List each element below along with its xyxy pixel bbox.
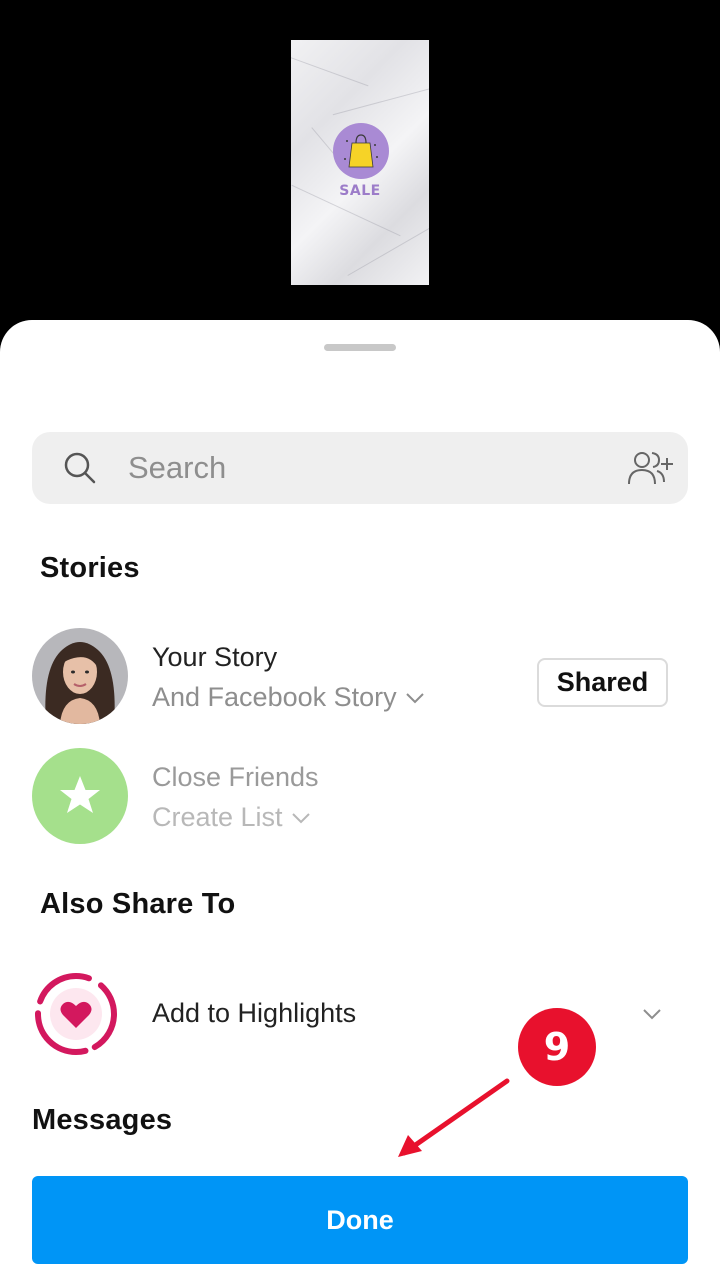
share-sheet: Stories Your Story And Facebook Story [0, 320, 720, 1280]
drag-handle[interactable] [324, 344, 396, 351]
add-people-icon[interactable] [626, 448, 676, 488]
screen: SALE Stories [0, 0, 720, 1280]
section-title-also-share-to: Also Share To [40, 888, 236, 920]
add-to-highlights-row[interactable]: Add to Highlights [0, 966, 720, 1062]
chevron-down-icon[interactable] [642, 1008, 662, 1020]
star-icon [32, 748, 128, 844]
your-story-title: Your Story [152, 642, 278, 672]
annotation-arrow-icon [398, 1078, 510, 1157]
your-story-subtitle-text: And Facebook Story [152, 682, 397, 712]
story-preview: SALE [291, 40, 429, 285]
search-bar[interactable] [32, 432, 688, 504]
chevron-down-icon [405, 692, 424, 703]
your-story-subtitle[interactable]: And Facebook Story [152, 682, 425, 713]
avatar [32, 628, 128, 724]
shopping-bag-icon [333, 123, 389, 179]
close-friends-row[interactable]: Close Friends Create List [0, 748, 720, 844]
search-icon [64, 452, 96, 484]
chevron-down-icon [291, 812, 310, 823]
done-button[interactable]: Done [32, 1176, 688, 1264]
highlight-heart-icon [32, 966, 128, 1062]
your-story-row[interactable]: Your Story And Facebook Story Shared [0, 628, 720, 724]
step-badge: 9 [518, 1008, 596, 1086]
search-input[interactable] [128, 446, 608, 490]
section-title-stories: Stories [40, 552, 140, 584]
section-title-messages: Messages [32, 1104, 173, 1136]
close-friends-title: Close Friends [152, 762, 319, 792]
sale-text: SALE [339, 183, 381, 199]
close-friends-subtitle-text: Create List [152, 802, 283, 832]
close-friends-subtitle[interactable]: Create List [152, 802, 311, 833]
add-to-highlights-title: Add to Highlights [152, 998, 357, 1028]
shared-button[interactable]: Shared [537, 658, 668, 707]
